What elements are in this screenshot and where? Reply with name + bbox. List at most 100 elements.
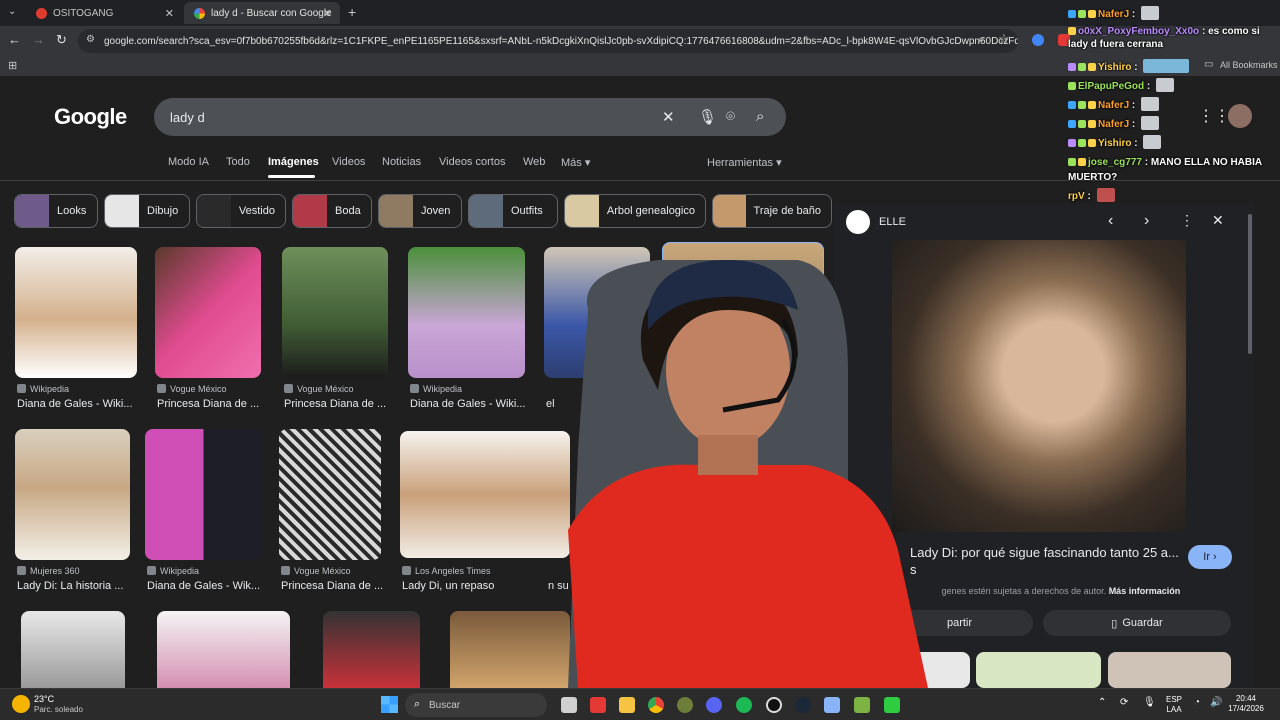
- result-source-text: Vogue México: [297, 384, 354, 394]
- chip-boda[interactable]: Boda: [292, 194, 372, 228]
- weather-icon[interactable]: [12, 695, 30, 713]
- taskbar-search-placeholder: Buscar: [429, 699, 461, 711]
- input-language[interactable]: ESP LAA: [1160, 695, 1188, 715]
- tab-videos[interactable]: Videos: [332, 156, 365, 168]
- image-result[interactable]: Vogue México Princesa Diana de ...: [155, 247, 261, 410]
- app-icon[interactable]: [824, 697, 840, 713]
- tray-overflow-icon[interactable]: ⌃: [1098, 697, 1106, 708]
- badge-icon: [1078, 101, 1086, 109]
- tab-mas[interactable]: Más ▾: [561, 156, 590, 169]
- tab-modo-ia[interactable]: Modo IA: [168, 156, 209, 168]
- steam-icon[interactable]: [795, 697, 811, 713]
- chip-dibujo[interactable]: Dibujo: [104, 194, 190, 228]
- volume-icon[interactable]: 🔊: [1210, 697, 1222, 708]
- badge-icon: [1068, 158, 1076, 166]
- red-shirt: [568, 464, 928, 688]
- app-icon[interactable]: [677, 697, 693, 713]
- close-tab-icon[interactable]: ✕: [165, 7, 174, 20]
- file-explorer-icon[interactable]: [619, 697, 635, 713]
- site-info-icon[interactable]: ⚙: [86, 34, 95, 45]
- close-tab-icon[interactable]: ✕: [323, 7, 332, 20]
- image-result[interactable]: Mujeres 360 Lady Di: La historia ...: [15, 429, 130, 594]
- chat-message: NaferJ :: [1068, 116, 1160, 130]
- result-image: [279, 429, 381, 560]
- tab-imagenes[interactable]: Imágenes: [268, 156, 319, 168]
- search-input[interactable]: lady d ✕ 🎙 ⌾ ⌕: [154, 98, 786, 136]
- result-image: [15, 429, 130, 560]
- new-tab-button[interactable]: +: [348, 4, 356, 20]
- app-icon[interactable]: [884, 697, 900, 713]
- related-image[interactable]: [1108, 652, 1231, 688]
- tab-google-search[interactable]: lady d - Buscar con Google ✕: [184, 2, 340, 24]
- taskbar-search[interactable]: ⌕ Buscar: [405, 693, 547, 717]
- close-panel-icon[interactable]: ✕: [1212, 212, 1224, 229]
- weather-temp[interactable]: 23°C: [34, 694, 54, 704]
- weather-desc[interactable]: Parc. soleado: [34, 705, 83, 714]
- chip-looks[interactable]: Looks: [14, 194, 98, 228]
- reload-icon[interactable]: ↻: [56, 32, 67, 48]
- image-result[interactable]: [157, 611, 290, 688]
- discord-icon[interactable]: [706, 697, 722, 713]
- chip-vestido[interactable]: Vestido: [196, 194, 286, 228]
- tab-web[interactable]: Web: [523, 156, 545, 168]
- panel-source-name[interactable]: ELLE: [879, 216, 906, 228]
- image-result[interactable]: [323, 611, 420, 688]
- windows-start-icon[interactable]: [381, 696, 398, 713]
- clear-search-icon[interactable]: ✕: [662, 108, 675, 126]
- obs-icon[interactable]: [766, 697, 782, 713]
- panel-scrollbar[interactable]: [1248, 214, 1252, 354]
- more-info-link[interactable]: Más información: [1109, 586, 1181, 596]
- chrome-icon[interactable]: [648, 697, 664, 713]
- google-lens-icon[interactable]: ⌾: [726, 108, 735, 125]
- microphone-icon[interactable]: 🎙: [698, 108, 717, 126]
- clock[interactable]: 20:44 17/4/2026: [1224, 694, 1268, 714]
- save-button[interactable]: ▯ Guardar: [1043, 610, 1231, 636]
- image-result[interactable]: Los Angeles Times Lady Di, un repaso: [400, 431, 570, 594]
- related-image[interactable]: [976, 652, 1101, 688]
- network-icon[interactable]: ⟳: [1120, 697, 1128, 708]
- next-image-icon[interactable]: ›: [1144, 212, 1149, 230]
- chip-outfits[interactable]: Outfits: [468, 194, 558, 228]
- chip-thumbnail: [469, 195, 503, 227]
- image-result[interactable]: Wikipedia Diana de Gales - Wiki...: [408, 247, 526, 410]
- spotify-icon[interactable]: [736, 697, 752, 713]
- task-view-icon[interactable]: [561, 697, 577, 713]
- apps-grid-icon[interactable]: ⊞: [8, 59, 17, 72]
- chat-message: NaferJ :: [1068, 6, 1160, 20]
- image-result[interactable]: Vogue México Princesa Diana de ...: [279, 429, 383, 594]
- tab-noticias[interactable]: Noticias: [382, 156, 421, 168]
- image-result[interactable]: Wikipedia Diana de Gales - Wik...: [145, 429, 262, 594]
- tab-todo[interactable]: Todo: [226, 156, 250, 168]
- microphone-tray-icon[interactable]: 🎙: [1143, 697, 1156, 708]
- chip-arbol-genealogico[interactable]: Arbol genealogico: [564, 194, 706, 228]
- more-options-icon[interactable]: ⋮: [1180, 212, 1194, 229]
- emote-icon: [1156, 78, 1175, 92]
- previous-image-icon[interactable]: ‹: [1108, 212, 1113, 230]
- tab-search-button[interactable]: ⌄: [8, 6, 16, 17]
- search-icon[interactable]: ⌕: [756, 108, 764, 125]
- app-icon[interactable]: [854, 697, 870, 713]
- forward-icon[interactable]: →: [32, 32, 45, 47]
- chat-user: rpV: [1068, 191, 1085, 202]
- tab-ositogang[interactable]: OSITOGANG ✕: [26, 2, 182, 24]
- google-logo[interactable]: Google: [54, 104, 127, 130]
- image-result[interactable]: Wikipedia Diana de Gales - Wiki...: [15, 247, 137, 410]
- tab-label: OSITOGANG: [53, 7, 114, 19]
- address-bar[interactable]: ⚙ google.com/search?sca_esv=0f7b0b670255…: [78, 29, 1018, 53]
- chip-thumbnail: [293, 195, 327, 227]
- chip-joven[interactable]: Joven: [378, 194, 462, 228]
- image-result[interactable]: Vogue México Princesa Diana de ...: [282, 247, 388, 410]
- bookmark-star-icon[interactable]: ☆: [998, 31, 1010, 47]
- tools-button[interactable]: Herramientas ▾: [707, 156, 782, 169]
- zoom-icon[interactable]: ⌕: [978, 32, 985, 47]
- badge-icon: [1068, 120, 1076, 128]
- image-result[interactable]: [21, 611, 125, 688]
- visit-button[interactable]: Ir ›: [1188, 545, 1232, 569]
- result-source-text: Wikipedia: [30, 384, 70, 394]
- chip-traje-de-bano[interactable]: Traje de baño: [712, 194, 832, 228]
- app-icon[interactable]: [590, 697, 606, 713]
- tab-videos-cortos[interactable]: Videos cortos: [439, 156, 505, 168]
- wifi-icon[interactable]: ◔: [1194, 697, 1200, 708]
- back-icon[interactable]: ←: [8, 32, 21, 47]
- extension-icon[interactable]: [1032, 34, 1044, 46]
